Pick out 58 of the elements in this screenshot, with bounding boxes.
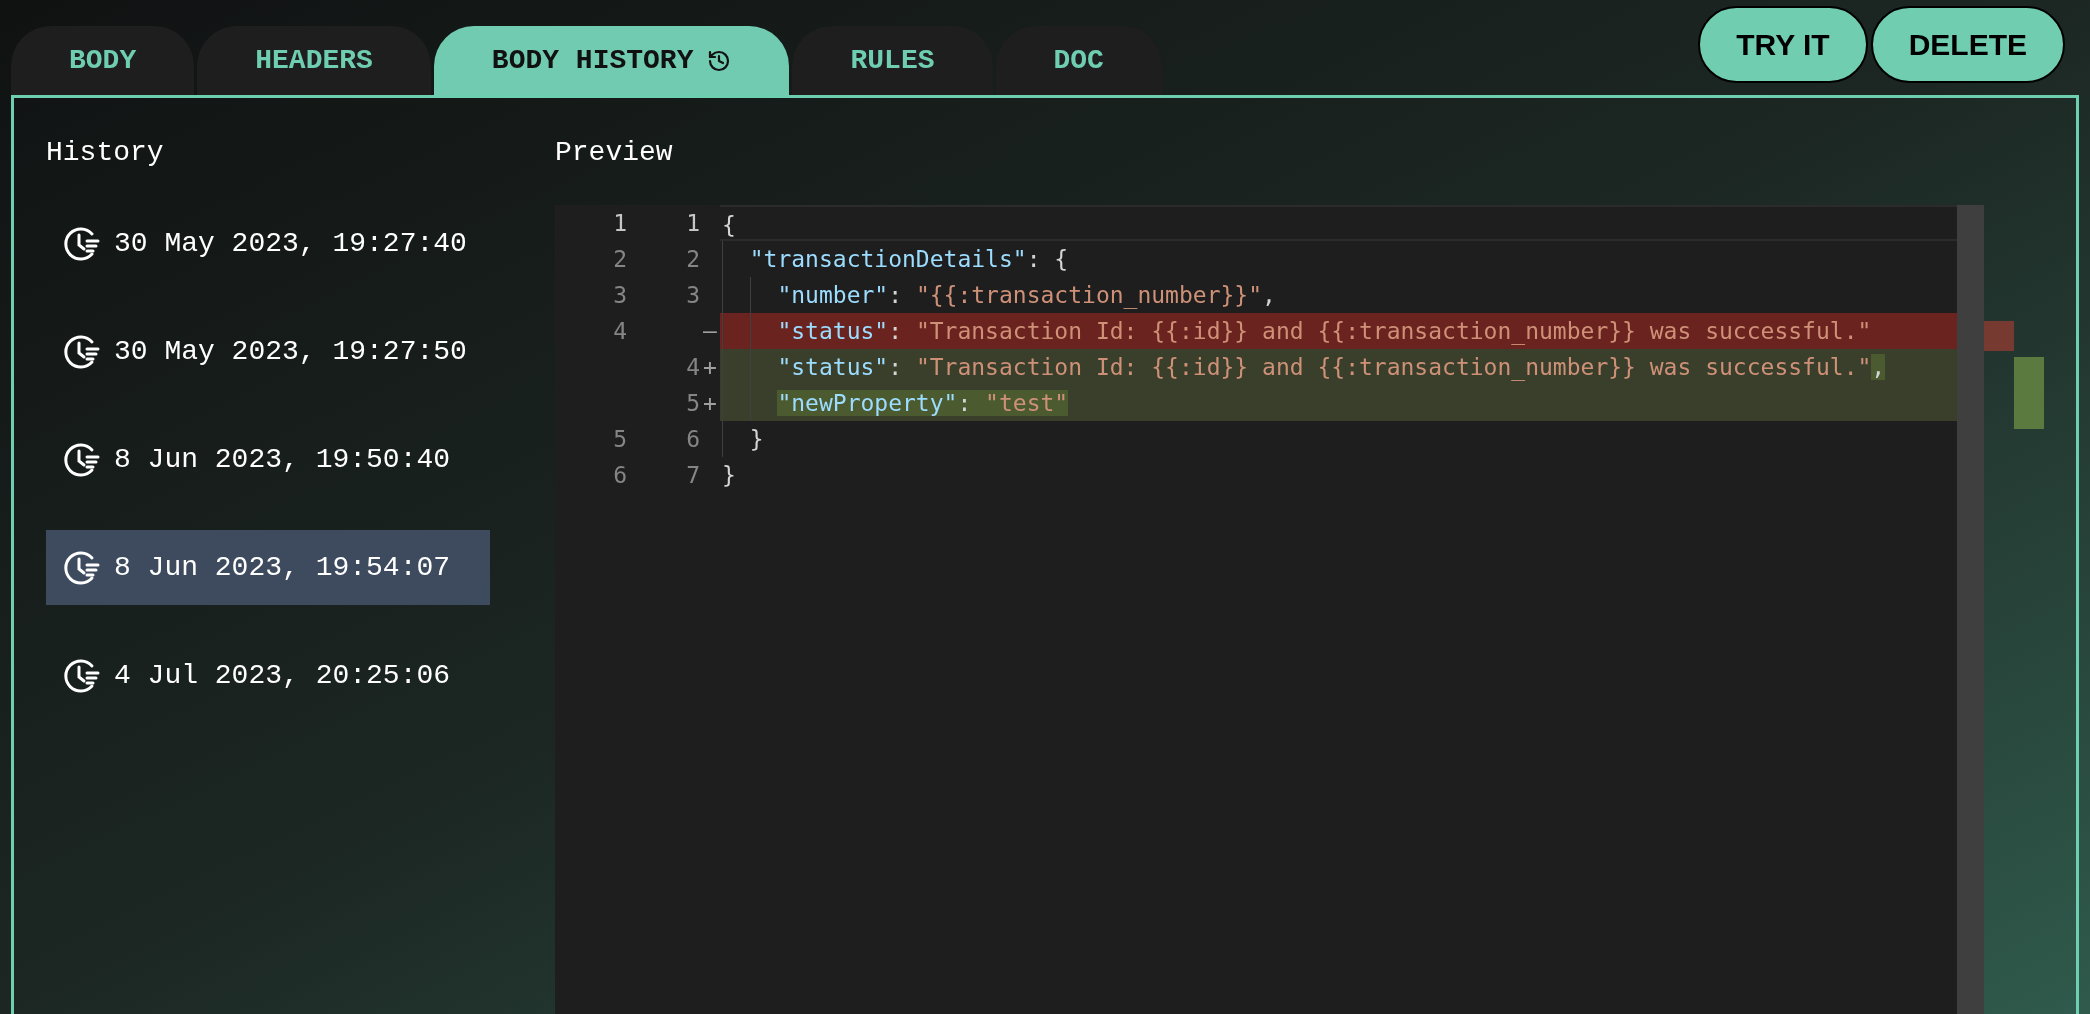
tab[interactable]: HEADERS [197,26,431,95]
code-token: , [1262,282,1276,308]
line-number: 7 [686,462,700,488]
history-clock-icon [63,441,101,478]
history-clock-icon [63,333,101,370]
code-token: "newProperty" [777,390,958,416]
line-number: 1 [686,210,700,236]
line-number: 2 [613,246,627,272]
history-clock-icon [63,549,101,586]
diff-marker [2014,357,2044,393]
code-token: "{{:transaction_number}}" [915,282,1263,308]
code-token: : [888,354,904,380]
line-number: 4 [686,354,700,380]
code-token: : [957,390,986,416]
history-item[interactable]: 4 Jul 2023, 20:25:06 [46,638,490,713]
scrollbar[interactable] [1957,205,1984,1014]
code-token: "transactionDetails" [749,246,1027,272]
diff-sign: + [703,390,717,416]
action-button[interactable]: TRY IT [1698,6,1868,83]
code-token: : [888,318,904,344]
code-token: { [722,212,736,238]
code-token: } [749,426,764,452]
diff-marker [1984,321,2014,351]
code-token: "status" [777,318,889,344]
line-number: 3 [613,282,627,308]
code-token: } [722,462,736,488]
line-number: 6 [613,462,627,488]
diff-marker [2014,393,2044,429]
line-number: 6 [686,426,700,452]
history-item[interactable]: 8 Jun 2023, 19:54:07 [46,530,490,605]
code-token: "number" [777,282,889,308]
code-token: "Transaction Id: {{:id}} and {{:transaction_number}} was successful." [915,318,1872,344]
preview-title: Preview [555,136,674,170]
tab[interactable]: DOC [995,26,1162,95]
history-item[interactable]: 30 May 2023, 19:27:40 [46,206,490,281]
diff-sign: + [703,354,717,380]
code-token: "Transaction Id: {{:id}} and {{:transaction_number}} was successful." [915,354,1872,380]
diff-sign: — [703,318,717,344]
code-token: "status" [777,354,889,380]
line-number: 1 [613,210,627,236]
line-number: 4 [613,318,627,344]
code-token: , [1871,354,1886,380]
tab[interactable]: BODY [11,26,195,95]
line-number: 5 [686,390,700,416]
history-item[interactable]: 8 Jun 2023, 19:50:40 [46,422,490,497]
code-token: : { [1026,246,1069,272]
tab[interactable]: RULES [792,26,993,95]
code-token: "test" [985,390,1069,416]
history-title: History [46,136,165,170]
line-number: 2 [686,246,700,272]
history-item[interactable]: 30 May 2023, 19:27:50 [46,314,490,389]
action-button[interactable]: DELETE [1870,6,2065,83]
line-number: 3 [686,282,700,308]
line-number: 5 [613,426,627,452]
code-token: : [888,282,904,308]
history-clock-icon [63,657,101,694]
tab[interactable]: BODY HISTORY [433,26,790,95]
history-clock-icon [63,225,101,262]
